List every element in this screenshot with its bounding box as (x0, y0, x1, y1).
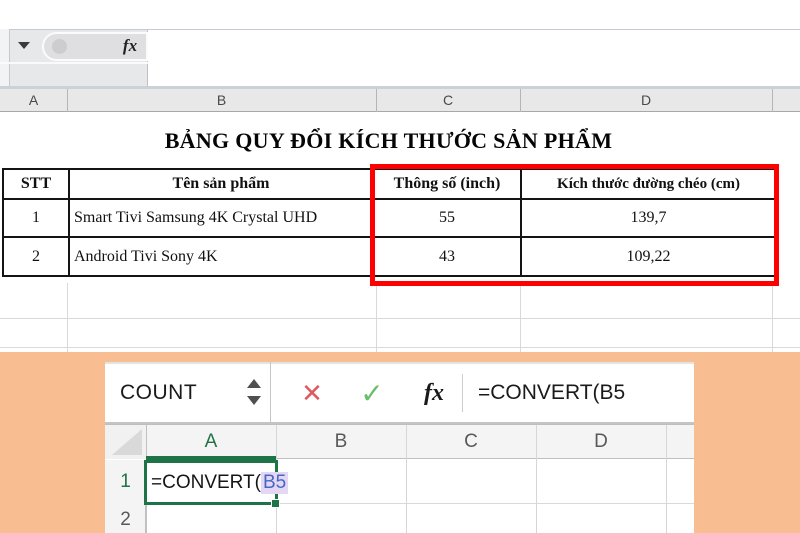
spinner-up-icon[interactable] (247, 379, 261, 388)
name-box-input[interactable]: COUNT (120, 362, 197, 424)
gridline (0, 347, 800, 348)
active-cell-formula[interactable]: =CONVERT(B5 (151, 460, 289, 505)
name-box-knob-icon (52, 39, 67, 54)
header-cell-name[interactable]: Tên sản phẩm (68, 168, 374, 200)
gridline (67, 89, 68, 112)
cell-name-1[interactable]: Smart Tivi Samsung 4K Crystal UHD (68, 198, 374, 238)
cancel-icon[interactable]: ✕ (296, 362, 328, 424)
divider (270, 362, 271, 424)
highlight-rectangle (370, 164, 779, 286)
header-cell-stt[interactable]: STT (2, 168, 70, 200)
column-header-a[interactable]: A (146, 425, 276, 459)
divider (0, 62, 148, 64)
gridline (0, 318, 800, 319)
spinner-down-icon[interactable] (247, 396, 261, 405)
formula-cell-reference: B5 (260, 471, 289, 494)
cell-stt-2[interactable]: 2 (2, 236, 70, 277)
column-header-c[interactable]: C (406, 425, 536, 459)
divider (462, 374, 463, 412)
formula-prefix: =CONVERT( (151, 471, 261, 493)
gridline (536, 425, 537, 533)
formula-bar-text[interactable]: =CONVERT(B5 (478, 362, 625, 424)
gridline (666, 425, 667, 533)
column-header-b[interactable]: B (276, 425, 406, 459)
toolbar-edge (0, 29, 10, 88)
cell-name-2[interactable]: Android Tivi Sony 4K (68, 236, 374, 277)
screenshot-root: fx A B C D BẢNG QUY ĐỔI KÍCH THƯỚC SẢN P… (0, 0, 800, 533)
row-header-1[interactable]: 1 (105, 460, 146, 504)
insert-function-button[interactable]: fx (116, 33, 144, 59)
fill-handle[interactable] (271, 499, 280, 508)
name-box-dropdown-icon[interactable] (18, 42, 30, 49)
column-header-c[interactable]: C (376, 89, 520, 112)
column-header-row: A B C D (0, 89, 800, 112)
column-header-b[interactable]: B (67, 89, 376, 112)
sheet-title[interactable]: BẢNG QUY ĐỔI KÍCH THƯỚC SẢN PHẨM (2, 116, 775, 166)
formula-bar-input[interactable] (148, 29, 800, 88)
enter-icon[interactable]: ✓ (354, 362, 390, 424)
cell-stt-1[interactable]: 1 (2, 198, 70, 238)
row-header-2[interactable]: 2 (105, 504, 146, 533)
insert-function-button[interactable]: fx (414, 362, 454, 424)
gridline (376, 89, 377, 112)
gridline (406, 425, 407, 533)
column-header-d[interactable]: D (536, 425, 666, 459)
gridline (520, 89, 521, 112)
column-header-d[interactable]: D (520, 89, 772, 112)
column-header-a[interactable]: A (0, 89, 67, 112)
gridline (772, 89, 773, 112)
